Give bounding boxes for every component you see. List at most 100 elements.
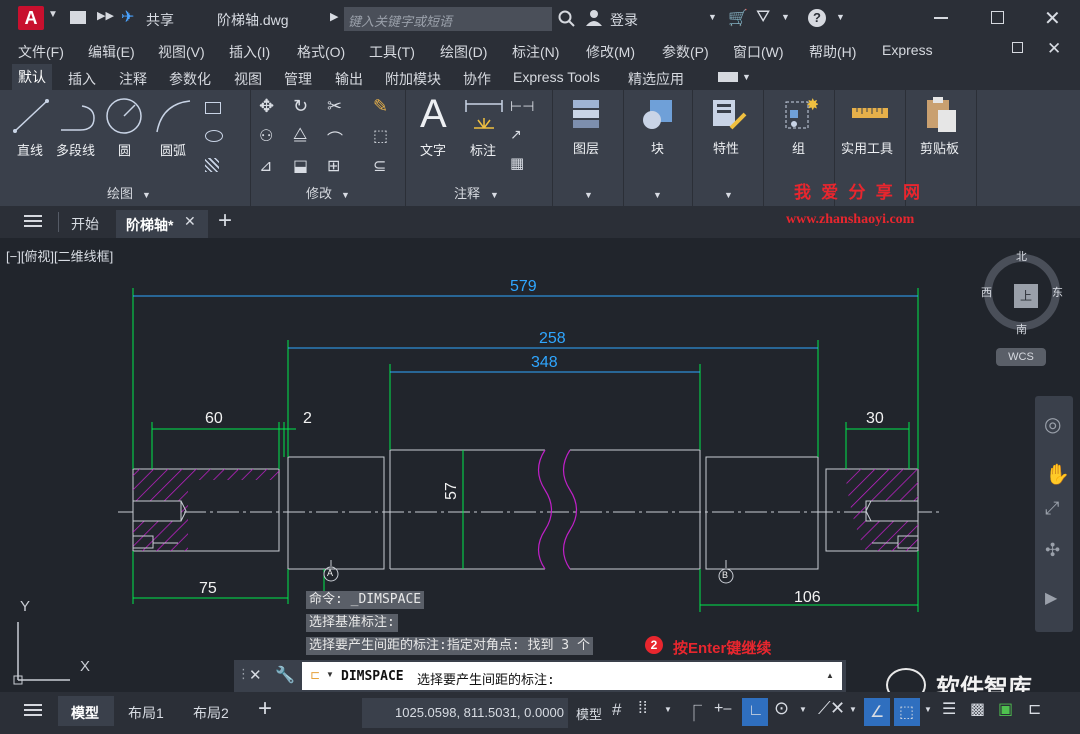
search-icon[interactable] — [558, 10, 576, 28]
tab-close-icon[interactable]: ✕ — [184, 213, 196, 230]
viewcube-east[interactable]: 东 — [1052, 284, 1063, 300]
menu-modify[interactable]: 修改(M) — [586, 42, 635, 62]
line-button[interactable]: 直线 — [17, 140, 43, 159]
drawing-canvas[interactable]: [−][俯视][二维线框] 579 258 348 60 2 30 57 75 … — [0, 238, 1080, 702]
tab-addins[interactable]: 附加模块 — [385, 69, 441, 89]
tab-layout2[interactable]: 布局2 — [193, 703, 229, 723]
annotation-panel-dropdown-icon[interactable]: ▼ — [490, 190, 499, 200]
erase-icon[interactable]: ✎ — [373, 96, 388, 117]
mirror-icon[interactable]: ⧋ — [293, 126, 307, 144]
fillet-icon[interactable]: ⌒ — [327, 126, 343, 150]
help-dropdown-icon[interactable]: ▼ — [836, 12, 845, 22]
tab-manage[interactable]: 管理 — [284, 69, 312, 89]
tab-annotate[interactable]: 注释 — [119, 69, 147, 89]
dimension-2[interactable] — [270, 422, 296, 457]
menu-help[interactable]: 帮助(H) — [809, 42, 856, 62]
polar-tracking-icon[interactable]: ⊙ — [774, 698, 789, 719]
dimension-button[interactable]: 标注 — [470, 140, 496, 159]
group-icon[interactable]: ✸ — [782, 96, 818, 132]
modify-panel-title[interactable]: 修改 — [306, 183, 332, 202]
viewcube-north[interactable]: 北 — [1016, 248, 1027, 264]
command-close-icon[interactable]: ✕ — [249, 666, 262, 684]
steering-wheel-icon[interactable]: ◎ — [1044, 412, 1061, 437]
properties-dropdown-icon[interactable]: ▼ — [724, 190, 733, 200]
move-icon[interactable]: ✥ — [259, 96, 274, 117]
transparency-icon[interactable]: ☰ — [942, 699, 956, 719]
arc-icon[interactable] — [154, 98, 194, 134]
drawing-svg[interactable] — [0, 238, 1080, 692]
snap-dropdown-icon[interactable]: ▼ — [664, 705, 672, 714]
leader-icon[interactable]: ↗ — [510, 126, 522, 143]
stretch-icon[interactable]: ⊿ — [259, 156, 272, 176]
clipboard-icon[interactable] — [924, 96, 958, 134]
zoom-icon[interactable]: ⤢ — [1045, 498, 1059, 519]
customization-icon[interactable]: ⊏ — [1028, 699, 1041, 719]
modify-panel-dropdown-icon[interactable]: ▼ — [341, 190, 350, 200]
properties-icon[interactable] — [711, 98, 747, 132]
connect-icon[interactable]: ⛛ — [756, 7, 770, 27]
close-button[interactable]: ✕ — [1044, 6, 1061, 31]
ortho-mode-button[interactable]: ∟ — [742, 698, 768, 726]
viewcube-west[interactable]: 西 — [981, 284, 992, 300]
circle-button[interactable]: 圆 — [118, 140, 131, 159]
draw-panel-title[interactable]: 绘图 — [107, 183, 133, 202]
login-dropdown-icon[interactable]: ▼ — [708, 12, 717, 22]
menu-format[interactable]: 格式(O) — [297, 42, 345, 62]
viewcube-face[interactable]: 上 — [1014, 284, 1038, 308]
ribbon-toggle-button[interactable] — [718, 72, 738, 82]
layout-menu-icon[interactable] — [24, 704, 42, 706]
pan-icon[interactable]: ✋ — [1045, 462, 1070, 487]
tab-featured-apps[interactable]: 精选应用 — [628, 69, 684, 89]
menu-dimension[interactable]: 标注(N) — [512, 42, 559, 62]
app-menu-arrow-icon[interactable]: ▼ — [48, 9, 58, 20]
offset-icon[interactable]: ⊆ — [373, 156, 386, 176]
command-customize-icon[interactable]: 🔧 — [275, 665, 295, 685]
clipboard-button[interactable]: 剪贴板 — [920, 138, 959, 157]
app-logo[interactable]: A — [18, 6, 44, 30]
menu-draw[interactable]: 绘图(D) — [440, 42, 487, 62]
rectangle-icon[interactable] — [205, 102, 221, 114]
command-input[interactable]: ⊏ ▼ DIMSPACE 选择要产生间距的标注: ▲ — [302, 662, 842, 690]
coordinates-readout[interactable]: 1025.0598, 811.5031, 0.0000 — [362, 698, 568, 728]
ellipse-icon[interactable] — [205, 130, 223, 142]
doc-close-button[interactable]: ✕ — [1047, 39, 1061, 59]
ribbon-toggle-dropdown-icon[interactable]: ▼ — [742, 72, 751, 82]
annotation-panel-title[interactable]: 注释 — [454, 183, 480, 202]
hatch-icon[interactable] — [205, 158, 219, 172]
tab-start[interactable]: 开始 — [71, 214, 99, 234]
text-button[interactable]: 文字 — [420, 140, 446, 159]
search-input[interactable]: 键入关键字或短语 — [344, 7, 552, 31]
command-history-dropdown-icon[interactable]: ▲ — [826, 671, 834, 680]
menu-insert[interactable]: 插入(I) — [229, 42, 270, 62]
object-snap-tracking-icon[interactable]: ✕ — [830, 698, 845, 719]
help-icon[interactable]: ? — [808, 9, 826, 27]
polyline-icon[interactable] — [58, 100, 98, 134]
minimize-button[interactable] — [934, 17, 948, 19]
user-icon[interactable] — [585, 9, 603, 27]
showmotion-icon[interactable]: ▶ — [1045, 588, 1057, 608]
menu-view[interactable]: 视图(V) — [158, 42, 205, 62]
dynamic-input-icon[interactable]: +⎯ — [714, 700, 731, 718]
tab-output[interactable]: 输出 — [335, 69, 363, 89]
osnap-dropdown-icon[interactable]: ▼ — [849, 705, 857, 714]
polar-dropdown-icon[interactable]: ▼ — [799, 705, 807, 714]
maximize-button[interactable] — [991, 11, 1004, 24]
explode-icon[interactable]: ⬚ — [373, 126, 388, 146]
viewcube-south[interactable]: 南 — [1016, 321, 1027, 337]
group-button[interactable]: 组 — [792, 138, 805, 157]
menu-edit[interactable]: 编辑(E) — [88, 42, 135, 62]
dimension-30[interactable] — [845, 422, 910, 469]
add-layout-icon[interactable]: + — [258, 695, 272, 723]
annotation-monitor-icon[interactable]: ▣ — [998, 699, 1013, 719]
array-icon[interactable]: ⊞ — [327, 156, 340, 176]
utilities-button[interactable]: 实用工具 — [841, 138, 893, 157]
measure-icon[interactable] — [851, 104, 889, 124]
cart-icon[interactable]: 🛒 — [728, 8, 748, 28]
polyline-button[interactable]: 多段线 — [56, 140, 95, 159]
login-link[interactable]: 登录 — [610, 10, 638, 30]
rotate-icon[interactable]: ↻ — [293, 96, 308, 117]
command-prompt-dropdown-icon[interactable]: ▼ — [326, 670, 334, 679]
open-file-icon[interactable] — [70, 11, 86, 24]
arc-button[interactable]: 圆弧 — [160, 140, 186, 159]
menu-tools[interactable]: 工具(T) — [369, 42, 415, 62]
